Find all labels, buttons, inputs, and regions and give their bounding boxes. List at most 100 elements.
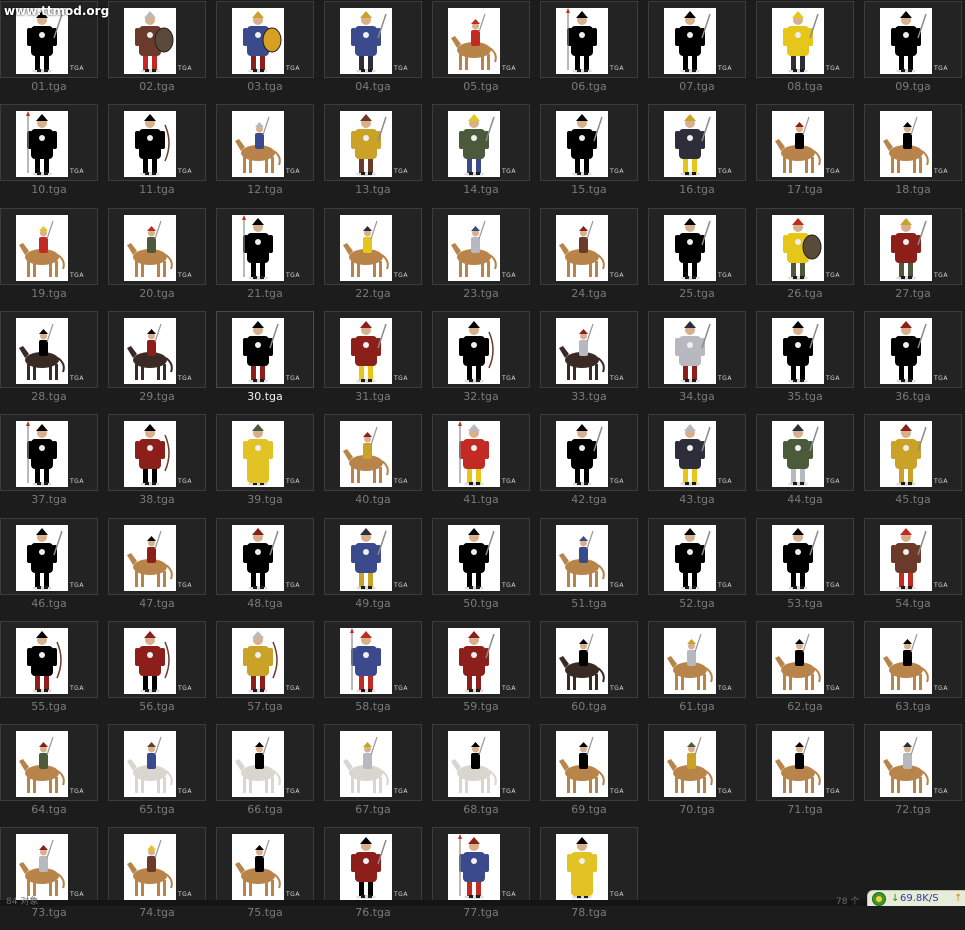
file-thumbnail[interactable]: TGA 54.tga xyxy=(864,518,965,621)
file-thumbnail[interactable]: TGA 14.tga xyxy=(432,104,540,207)
file-thumbnail[interactable]: TGA 77.tga xyxy=(432,827,540,930)
file-thumbnail[interactable]: TGA 31.tga xyxy=(324,311,432,414)
file-thumbnail[interactable]: TGA 12.tga xyxy=(216,104,324,207)
unit-figure-icon xyxy=(350,628,381,693)
file-thumbnail[interactable]: TGA 07.tga xyxy=(648,1,756,104)
file-thumbnail[interactable]: TGA 30.tga xyxy=(216,311,324,414)
file-type-badge: TGA xyxy=(178,788,192,795)
download-speed-widget[interactable]: ↓ 69.8K/S ↑ xyxy=(867,890,965,906)
file-thumbnail[interactable]: TGA 62.tga xyxy=(756,621,864,724)
thumbnail-frame: TGA xyxy=(0,724,98,801)
file-thumbnail[interactable]: TGA 18.tga xyxy=(864,104,965,207)
file-thumbnail[interactable]: TGA 26.tga xyxy=(756,208,864,311)
file-thumbnail[interactable]: TGA 69.tga xyxy=(540,724,648,827)
file-thumbnail[interactable]: TGA 43.tga xyxy=(648,414,756,517)
file-thumbnail[interactable]: TGA 61.tga xyxy=(648,621,756,724)
file-thumbnail[interactable]: TGA 37.tga xyxy=(0,414,108,517)
unit-figure-icon xyxy=(19,323,65,380)
file-thumbnail[interactable]: TGA 68.tga xyxy=(432,724,540,827)
file-thumbnail[interactable]: TGA 64.tga xyxy=(0,724,108,827)
file-type-badge: TGA xyxy=(934,685,948,692)
file-thumbnail[interactable]: TGA 44.tga xyxy=(756,414,864,517)
file-thumbnail[interactable]: TGA 28.tga xyxy=(0,311,108,414)
thumbnail-image xyxy=(16,834,68,900)
unit-figure-icon xyxy=(19,839,65,896)
file-thumbnail[interactable]: TGA 70.tga xyxy=(648,724,756,827)
thumbnail-frame: TGA xyxy=(108,724,206,801)
file-thumbnail[interactable]: TGA 72.tga xyxy=(864,724,965,827)
file-thumbnail[interactable]: TGA 25.tga xyxy=(648,208,756,311)
file-thumbnail[interactable]: TGA 11.tga xyxy=(108,104,216,207)
file-thumbnail[interactable]: TGA 04.tga xyxy=(324,1,432,104)
thumbnail-image xyxy=(664,8,716,74)
file-thumbnail[interactable]: TGA 21.tga xyxy=(216,208,324,311)
file-thumbnail[interactable]: TGA 55.tga xyxy=(0,621,108,724)
file-thumbnail[interactable]: TGA 06.tga xyxy=(540,1,648,104)
file-name-label: 30.tga xyxy=(247,390,283,403)
file-thumbnail[interactable]: TGA 78.tga xyxy=(540,827,648,930)
thumbnail-image xyxy=(556,318,608,384)
file-thumbnail[interactable]: TGA 63.tga xyxy=(864,621,965,724)
file-thumbnail[interactable]: TGA 49.tga xyxy=(324,518,432,621)
file-thumbnail[interactable]: TGA 76.tga xyxy=(324,827,432,930)
file-thumbnail[interactable]: TGA 52.tga xyxy=(648,518,756,621)
file-thumbnail[interactable]: TGA 59.tga xyxy=(432,621,540,724)
file-thumbnail[interactable]: TGA 47.tga xyxy=(108,518,216,621)
file-thumbnail[interactable]: TGA 56.tga xyxy=(108,621,216,724)
unit-figure-icon xyxy=(127,323,173,380)
file-thumbnail[interactable]: TGA 13.tga xyxy=(324,104,432,207)
thumbnail-image xyxy=(772,421,824,487)
file-type-badge: TGA xyxy=(610,788,624,795)
file-thumbnail[interactable]: TGA 32.tga xyxy=(432,311,540,414)
file-thumbnail[interactable]: TGA 48.tga xyxy=(216,518,324,621)
file-thumbnail[interactable]: TGA 42.tga xyxy=(540,414,648,517)
file-thumbnail[interactable]: TGA 46.tga xyxy=(0,518,108,621)
file-thumbnail[interactable]: TGA 36.tga xyxy=(864,311,965,414)
file-thumbnail[interactable]: TGA 65.tga xyxy=(108,724,216,827)
file-thumbnail[interactable]: TGA 35.tga xyxy=(756,311,864,414)
file-thumbnail[interactable]: TGA 71.tga xyxy=(756,724,864,827)
thumbnail-image xyxy=(232,318,284,384)
file-thumbnail[interactable]: TGA 29.tga xyxy=(108,311,216,414)
file-thumbnail[interactable]: TGA 05.tga xyxy=(432,1,540,104)
unit-figure-icon xyxy=(343,426,389,483)
file-thumbnail[interactable]: TGA 38.tga xyxy=(108,414,216,517)
file-thumbnail[interactable]: TGA 67.tga xyxy=(324,724,432,827)
file-thumbnail[interactable]: TGA 02.tga xyxy=(108,1,216,104)
file-thumbnail[interactable]: TGA 73.tga xyxy=(0,827,108,930)
file-thumbnail[interactable]: TGA 53.tga xyxy=(756,518,864,621)
file-thumbnail[interactable]: TGA 75.tga xyxy=(216,827,324,930)
file-thumbnail[interactable]: TGA 27.tga xyxy=(864,208,965,311)
file-thumbnail[interactable]: TGA 19.tga xyxy=(0,208,108,311)
file-thumbnail[interactable]: TGA 10.tga xyxy=(0,104,108,207)
file-thumbnail[interactable]: TGA 20.tga xyxy=(108,208,216,311)
file-thumbnail[interactable]: TGA 39.tga xyxy=(216,414,324,517)
file-thumbnail[interactable]: TGA 60.tga xyxy=(540,621,648,724)
file-thumbnail[interactable]: TGA 15.tga xyxy=(540,104,648,207)
file-thumbnail[interactable]: TGA 66.tga xyxy=(216,724,324,827)
file-thumbnail[interactable]: TGA 50.tga xyxy=(432,518,540,621)
unit-figure-icon xyxy=(883,633,929,690)
file-thumbnail[interactable]: TGA 58.tga xyxy=(324,621,432,724)
file-thumbnail[interactable]: TGA 74.tga xyxy=(108,827,216,930)
file-thumbnail[interactable]: TGA 17.tga xyxy=(756,104,864,207)
file-thumbnail[interactable]: TGA 41.tga xyxy=(432,414,540,517)
file-thumbnail[interactable]: TGA 34.tga xyxy=(648,311,756,414)
file-thumbnail[interactable]: TGA 40.tga xyxy=(324,414,432,517)
file-thumbnail[interactable]: TGA 08.tga xyxy=(756,1,864,104)
file-thumbnail[interactable]: TGA 03.tga xyxy=(216,1,324,104)
file-name-label: 42.tga xyxy=(571,493,607,506)
file-thumbnail[interactable]: TGA 16.tga xyxy=(648,104,756,207)
file-name-label: 48.tga xyxy=(247,597,283,610)
unit-figure-icon xyxy=(459,114,495,176)
file-thumbnail[interactable]: TGA 09.tga xyxy=(864,1,965,104)
file-name-label: 67.tga xyxy=(355,803,391,816)
file-thumbnail[interactable]: TGA 23.tga xyxy=(432,208,540,311)
file-thumbnail[interactable]: TGA 22.tga xyxy=(324,208,432,311)
file-thumbnail[interactable]: TGA 33.tga xyxy=(540,311,648,414)
file-thumbnail[interactable]: TGA 24.tga xyxy=(540,208,648,311)
file-thumbnail[interactable]: TGA 51.tga xyxy=(540,518,648,621)
file-name-label: 34.tga xyxy=(679,390,715,403)
file-thumbnail[interactable]: TGA 57.tga xyxy=(216,621,324,724)
file-thumbnail[interactable]: TGA 45.tga xyxy=(864,414,965,517)
